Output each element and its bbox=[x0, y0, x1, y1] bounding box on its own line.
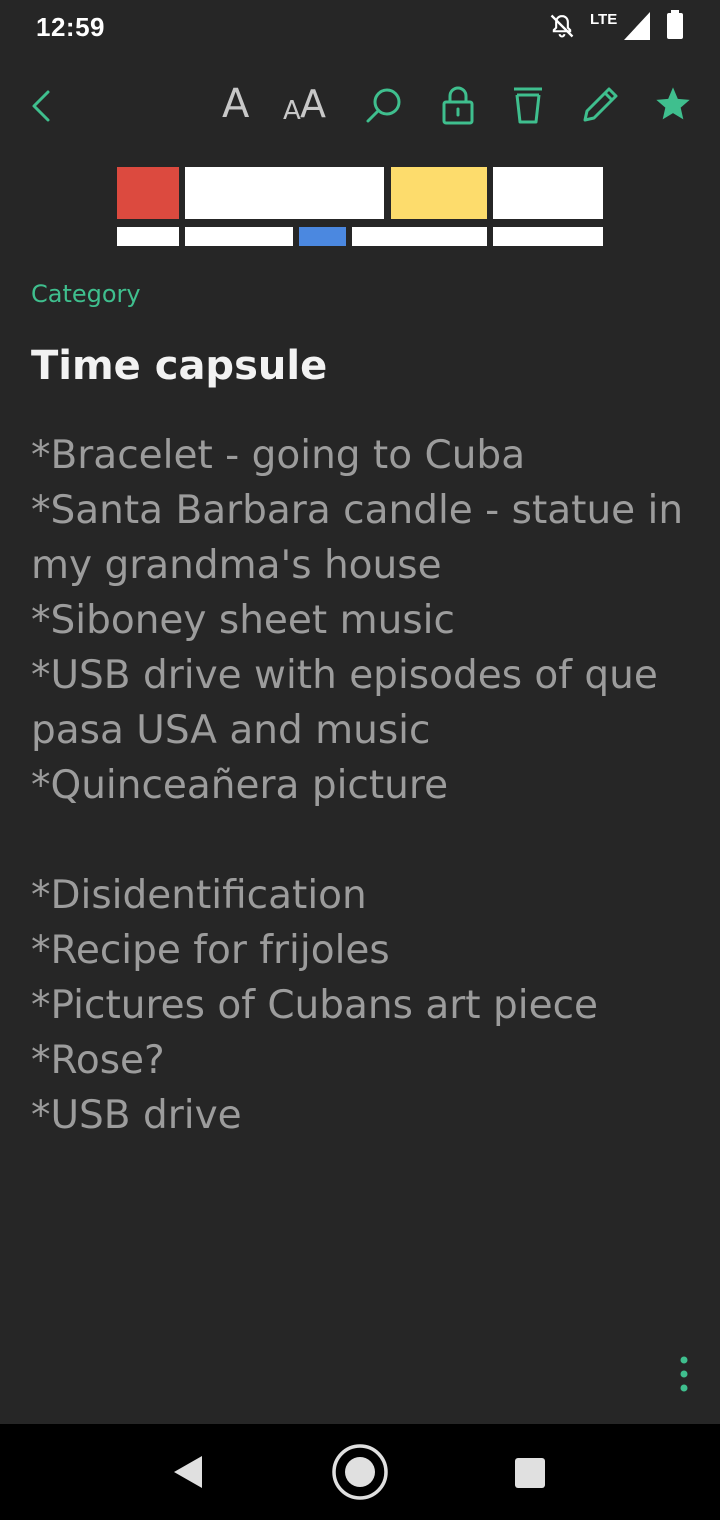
pencil-icon bbox=[583, 87, 618, 122]
signal-icon bbox=[624, 12, 650, 40]
more-options-button[interactable] bbox=[664, 1352, 704, 1396]
font-size-small-icon: A bbox=[283, 96, 301, 126]
cover-block-yellow bbox=[391, 167, 487, 219]
home-icon[interactable] bbox=[330, 1442, 390, 1502]
battery-icon bbox=[667, 10, 683, 39]
lock-button[interactable] bbox=[436, 68, 480, 144]
star-icon bbox=[656, 87, 690, 120]
note-title[interactable]: Time capsule bbox=[31, 343, 327, 389]
chevron-left-icon bbox=[32, 90, 50, 122]
font-button[interactable]: A bbox=[214, 68, 260, 144]
search-button[interactable] bbox=[360, 68, 406, 144]
more-vertical-icon bbox=[680, 1356, 688, 1392]
notifications-off-icon bbox=[550, 14, 574, 38]
cover-block-white bbox=[117, 227, 179, 246]
network-type-label: LTE bbox=[590, 11, 618, 28]
note-body-line: *Bracelet - going to Cuba bbox=[31, 433, 526, 478]
cover-block-white bbox=[185, 167, 384, 219]
note-body-line: *Pictures of Cubans art piece bbox=[31, 983, 599, 1028]
back-button[interactable] bbox=[22, 68, 66, 144]
lock-icon bbox=[442, 86, 474, 125]
search-icon bbox=[366, 88, 401, 123]
note-toolbar: A A A bbox=[0, 68, 720, 144]
note-body-line: *Siboney sheet music bbox=[31, 598, 455, 643]
note-body-line: *Santa Barbara candle - statue in bbox=[31, 488, 684, 533]
cover-block-white bbox=[493, 167, 603, 219]
edit-button[interactable] bbox=[576, 68, 626, 144]
note-body-line: my grandma's house bbox=[31, 543, 442, 588]
note-body-line: *Quinceañera picture bbox=[31, 763, 449, 808]
cover-block-red bbox=[117, 167, 179, 219]
status-bar: 12:59 LTE bbox=[0, 0, 720, 56]
recents-icon[interactable] bbox=[514, 1457, 546, 1489]
cover-block-white bbox=[185, 227, 293, 246]
font-size-button[interactable]: A A bbox=[280, 68, 332, 144]
note-body-line bbox=[31, 813, 691, 868]
cover-block-white bbox=[352, 227, 487, 246]
note-body-line: *USB drive with episodes of que bbox=[31, 653, 658, 698]
note-body-line: *USB drive bbox=[31, 1093, 242, 1138]
note-body-line: *Rose? bbox=[31, 1038, 165, 1083]
note-body[interactable]: *Bracelet - going to Cuba *Santa Barbara… bbox=[31, 428, 691, 1143]
note-category[interactable]: Category bbox=[31, 280, 141, 308]
note-body-line: *Recipe for frijoles bbox=[31, 928, 390, 973]
font-size-large-icon: A bbox=[300, 82, 326, 126]
back-icon[interactable] bbox=[170, 1454, 206, 1490]
status-time: 12:59 bbox=[36, 12, 105, 42]
system-navigation-bar bbox=[0, 1424, 720, 1520]
cover-block-blue bbox=[299, 227, 346, 246]
cover-block-white bbox=[493, 227, 603, 246]
note-body-line: *Disidentification bbox=[31, 873, 367, 918]
favorite-button[interactable] bbox=[650, 68, 696, 144]
trash-icon bbox=[514, 87, 542, 124]
delete-button[interactable] bbox=[506, 68, 550, 144]
note-body-line: pasa USA and music bbox=[31, 708, 431, 753]
font-icon: A bbox=[222, 81, 250, 127]
